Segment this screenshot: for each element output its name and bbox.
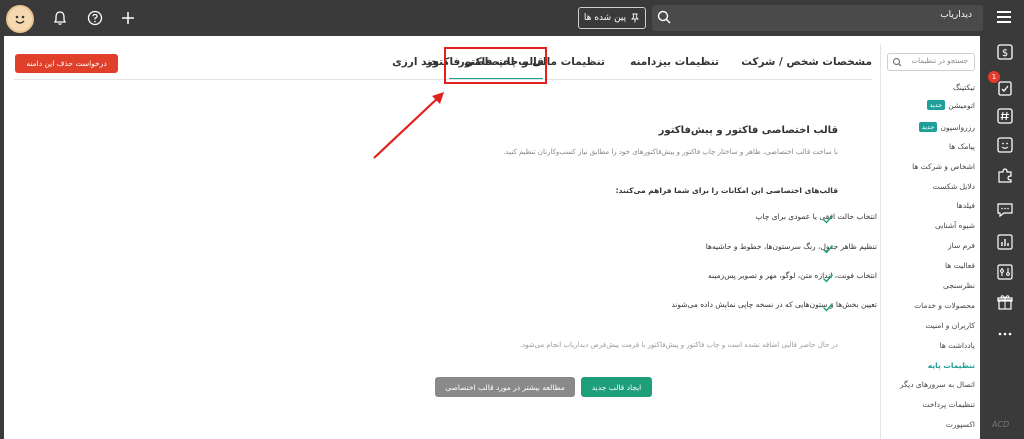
sidebar-item-basic-settings[interactable]: تنظیمات پایه [928,361,975,370]
settings-search-input[interactable]: جستجو در تنظیمات [887,53,975,71]
feature-item: تعیین بخش‌ها و ستون‌هایی که در نسخه چاپی… [671,300,877,309]
sidebar-item-contacts[interactable]: اشخاص و شرکت ها [912,162,975,171]
sidebar-item-integrations[interactable]: اتصال به سرورهای دیگر [900,380,975,389]
user-avatar[interactable] [6,5,34,33]
annotation-highlight [444,47,547,84]
no-template-note: در حال حاضر قالبی اضافه نشده است و چاپ ف… [519,341,838,349]
global-search-input[interactable] [652,5,983,31]
svg-text:$: $ [1002,48,1008,59]
tabs-divider [14,79,872,80]
sidebar-item-survey[interactable]: نظرسنجی [943,281,975,290]
check-icon [823,215,834,224]
smile-box-icon[interactable] [995,135,1015,155]
features-title: قالب‌های اختصاصی این امکانات را برای شما… [615,186,838,195]
search-icon [892,57,902,69]
new-badge: جدید [918,122,938,132]
section-title: قالب اختصاصی فاکتور و پیش‌فاکتور [658,125,838,136]
check-icon [823,303,834,312]
puzzle-icon[interactable] [995,165,1015,185]
pin-icon [631,13,640,23]
check-icon [823,274,834,283]
sidebar-item-users-security[interactable]: کاربران و امنیت [925,321,975,330]
smiley-icon [15,15,25,24]
notification-badge: 1 [988,71,1000,83]
sidebar-item-products[interactable]: محصولات و خدمات [914,301,975,310]
app-name: دیداریاب [940,10,972,20]
sidebar-item-automation[interactable]: اتومیشن جدید [926,100,975,110]
sidebar-item-sms[interactable]: پیامک ها [949,142,975,151]
tab-profile[interactable]: مشخصات شخص / شرکت [741,56,872,68]
sidebar-item-ticketing[interactable]: تیکتینگ [953,83,975,92]
pinned-button[interactable]: پین شده ها [578,7,646,29]
search-icon [656,9,672,29]
create-template-button[interactable]: ایجاد قالب جدید [581,377,652,397]
sidebar-item-form-builder[interactable]: فرم ساز [948,241,975,250]
help-icon[interactable] [85,8,105,28]
sidebar-divider [880,44,881,439]
settings-search-placeholder: جستجو در تنظیمات [911,57,968,65]
sidebar-item-fields[interactable]: فیلدها [956,201,975,210]
delete-domain-button[interactable]: درخواست حذف این دامنه [15,54,118,73]
tab-business-domain[interactable]: تنظیمات بیزدامنه [630,56,719,68]
pinned-label: پین شده ها [583,13,627,23]
sidebar-item-export[interactable]: اکسپورت [946,420,975,429]
chat-icon[interactable] [995,200,1015,220]
gift-icon[interactable] [995,292,1015,312]
add-icon[interactable] [118,8,138,28]
filters-icon[interactable] [995,262,1015,282]
right-rail: $ [986,36,1024,439]
section-description: با ساخت قالب اختصاصی، ظاهر و ساختار چاپ … [503,148,838,156]
annotation-arrow-icon [373,92,444,159]
dollar-icon[interactable]: $ [995,42,1015,62]
bell-icon[interactable] [50,8,70,28]
hash-icon[interactable] [995,106,1015,126]
sidebar-item-notes[interactable]: یادداشت ها [940,341,975,350]
tab-multi-currency[interactable]: چند ارزی [392,56,439,68]
feature-item: انتخاب فونت، اندازه متن، لوگو، مهر و تصو… [708,271,877,280]
sidebar-item-loss-reasons[interactable]: دلایل شکست [933,182,975,191]
learn-more-button[interactable]: مطالعه بیشتر در مورد قالب اختصاصی [435,377,575,397]
sidebar-item-reservation[interactable]: رزرواسیون جدید [918,122,975,132]
sidebar-item-referral-source[interactable]: شیوه آشنایی [935,221,975,230]
chart-icon[interactable] [995,232,1015,252]
sidebar-item-activities[interactable]: فعالیت ها [945,261,975,270]
menu-icon[interactable] [997,11,1011,26]
feature-item: تنظیم ظاهر جدول، رنگ سرستون‌ها، خطوط و ح… [705,242,877,251]
check-icon [823,245,834,254]
more-icon[interactable] [995,324,1015,344]
top-bar: پین شده ها دیداریاب [0,0,1024,36]
feature-item: انتخاب حالت افقی یا عمودی برای چاپ [755,212,877,221]
watermark-logo: ACD [992,420,1010,429]
new-badge: جدید [926,100,946,110]
sidebar-item-payment-settings[interactable]: تنظیمات پرداخت [923,400,975,409]
